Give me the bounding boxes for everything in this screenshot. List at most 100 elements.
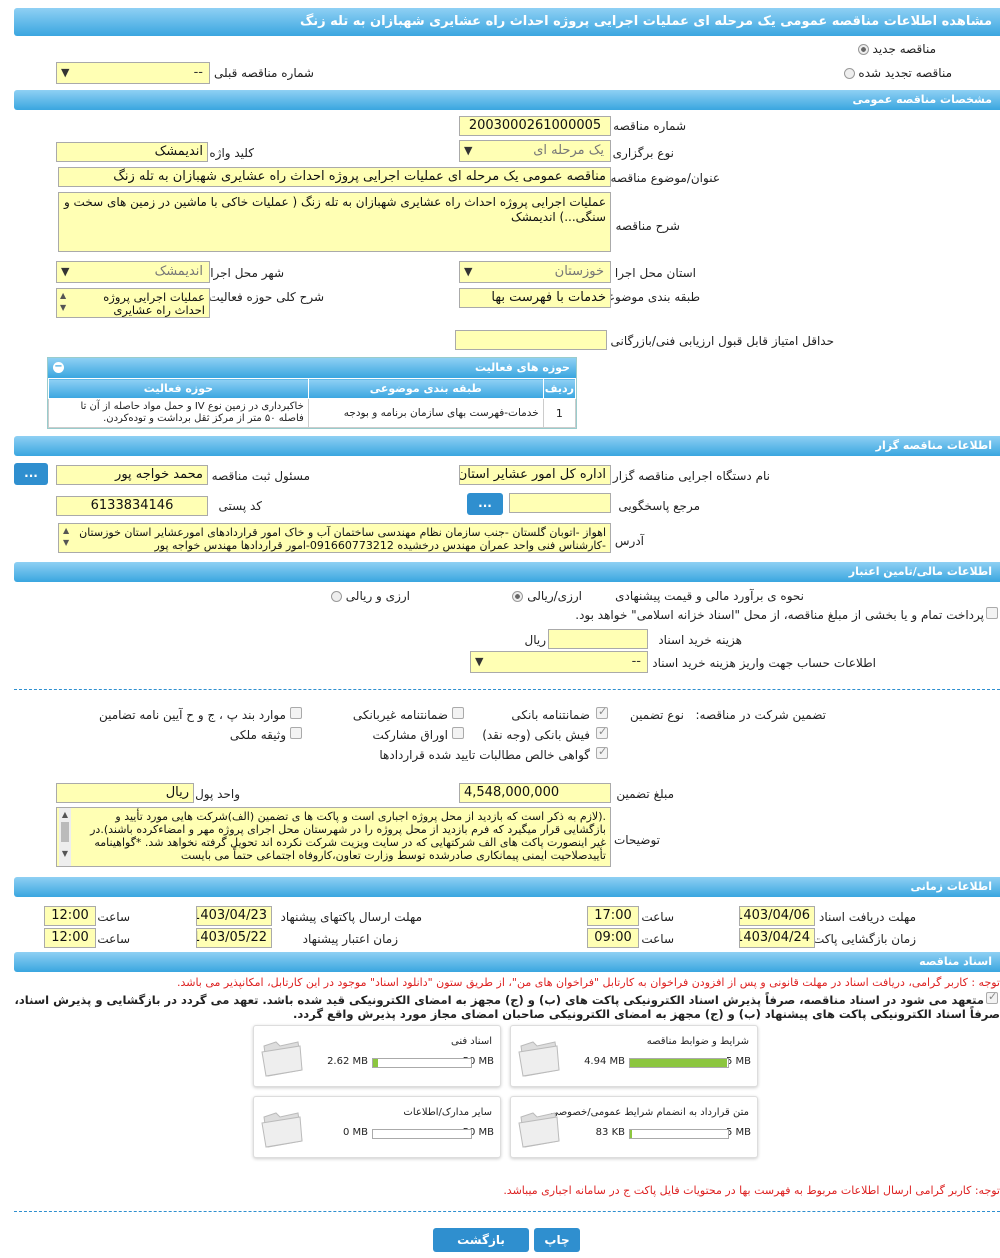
receive-date-field[interactable]: 1403/04/06: [739, 906, 815, 926]
activity-table: ردیف طبقه بندی موضوعی حوزه فعالیت 1 خدما…: [48, 378, 577, 428]
keyword-label: کلید واژه: [209, 146, 254, 160]
scroll-arrows-icon[interactable]: ▲ ▼: [60, 290, 66, 314]
checkbox-regulation-items-label: موارد بند پ ، ج و ح آیین نامه تضامین: [98, 708, 286, 722]
send-time-field[interactable]: 12:00: [44, 906, 96, 926]
checkbox-property-deed[interactable]: [290, 727, 302, 739]
radio-both-icon[interactable]: [330, 591, 342, 602]
chevron-down-icon: ▼: [61, 265, 70, 278]
reference-field[interactable]: [509, 493, 611, 513]
progress-bar: [372, 1129, 472, 1139]
checkbox-cash-receipt[interactable]: [596, 725, 608, 739]
radio-renewed-tender[interactable]: مناقصه تجدید شده: [841, 66, 952, 80]
city-label: شهر محل اجرا: [210, 266, 284, 280]
address-label: آدرس: [614, 534, 644, 548]
checkbox-claims-cert-label: گواهی خالص مطالبات تایید شده قراردادها: [379, 748, 590, 762]
checkbox-nonbank-guarantee-label: ضمانتنامه غیربانکی: [352, 708, 448, 722]
tender-number-label: شماره مناقصه: [613, 119, 686, 133]
guarantee-label: تضمین شرکت در مناقصه:: [695, 708, 826, 722]
radio-rial-icon[interactable]: [512, 591, 524, 602]
divider: [14, 1211, 1000, 1212]
reference-more-button[interactable]: ...: [467, 493, 503, 515]
back-button[interactable]: بازگشت: [433, 1228, 529, 1252]
checkbox-bank-guarantee[interactable]: [596, 705, 608, 719]
postal-code-field[interactable]: 6133834146: [56, 496, 208, 516]
category-field[interactable]: خدمات با فهرست بها: [459, 288, 611, 308]
folder-icon[interactable]: [517, 1036, 561, 1078]
opening-time-field[interactable]: 09:00: [587, 928, 639, 948]
scroll-arrows-icon[interactable]: ▲ ▼: [63, 525, 69, 549]
fee-field[interactable]: [548, 629, 648, 649]
validity-time-field[interactable]: 12:00: [44, 928, 96, 948]
currency-label: واحد پول: [195, 787, 240, 801]
province-select[interactable]: خوزستان ▼: [459, 261, 611, 283]
description-label: شرح مناقصه: [615, 219, 680, 233]
scrollbar[interactable]: ▲ ▼: [59, 808, 71, 866]
col-activity: حوزه فعالیت: [48, 378, 309, 399]
activity-table-title: حوزه های فعالیت −: [48, 358, 576, 378]
radio-renew-icon[interactable]: [843, 68, 855, 79]
send-time-label: ساعت: [97, 910, 130, 924]
checkbox-property-deed-label: وثیقه ملکی: [229, 728, 286, 742]
treasury-checkbox[interactable]: [986, 607, 998, 619]
min-score-label: حداقل امتیاز قابل قبول ارزیابی فنی/بازرگ…: [610, 334, 834, 348]
notes-field[interactable]: .(لازم به ذکر است که بازدید از محل پروژه…: [56, 807, 611, 867]
notes-label: توضیحات: [613, 833, 660, 847]
treasury-label: پرداخت تمام و یا بخشی از مبلغ مناقصه، از…: [575, 608, 984, 622]
chevron-down-icon: ▼: [61, 66, 70, 79]
print-button[interactable]: چاپ: [534, 1228, 580, 1252]
send-date-field[interactable]: 1403/04/23: [196, 906, 272, 926]
description-field[interactable]: عملیات اجرایی پروژه احداث راه عشایری شهب…: [58, 192, 611, 252]
radio-both[interactable]: ارزی و ریالی: [328, 589, 410, 603]
radio-new-icon[interactable]: [857, 44, 869, 55]
scope-field[interactable]: عملیات اجرایی پروژه احداث راه عشایری ▲ ▼: [56, 288, 210, 318]
category-label: طبقه بندی موضوعی: [597, 290, 700, 304]
subject-label: عنوان/موضوع مناقصه: [610, 171, 720, 185]
postal-code-label: کد پستی: [218, 499, 263, 513]
subject-field[interactable]: مناقصه عمومی یک مرحله ای عملیات اجرایی پ…: [58, 167, 611, 187]
account-select[interactable]: -- ▼: [470, 651, 648, 673]
prev-tender-select[interactable]: -- ▼: [56, 62, 210, 84]
org-field[interactable]: اداره کل امور عشایر استان: [459, 465, 611, 485]
opening-label: زمان بازگشایی پاکت ها: [799, 932, 916, 946]
section-organizer: اطلاعات مناقصه گزار: [14, 436, 1000, 456]
org-label: نام دستگاه اجرایی مناقصه گزار: [612, 469, 770, 483]
estimate-label: نحوه ی برآورد مالی و قیمت پیشنهادی: [615, 589, 804, 603]
responsible-more-button[interactable]: ...: [14, 463, 48, 485]
currency-field[interactable]: ریال: [56, 783, 194, 803]
page-title: مشاهده اطلاعات مناقصه عمومی یک مرحله ای …: [14, 8, 1000, 36]
city-select[interactable]: اندیمشک ▼: [56, 261, 210, 283]
keyword-field[interactable]: اندیمشک: [56, 142, 208, 162]
doc-card-contract[interactable]: متن قرارداد به انضمام شرایط عمومی/خصوصی …: [510, 1096, 758, 1158]
responsible-field[interactable]: محمد خواجه پور: [56, 465, 208, 485]
commitment-checkbox[interactable]: [986, 990, 998, 1004]
receive-time-label: ساعت: [641, 910, 674, 924]
validity-date-field[interactable]: 1403/05/22: [196, 928, 272, 948]
amount-field[interactable]: 4,548,000,000: [459, 783, 611, 803]
scope-label: شرح کلی حوزه فعالیت: [208, 290, 325, 304]
folder-icon[interactable]: [260, 1036, 304, 1078]
section-finance: اطلاعات مالی/تامین اعتبار: [14, 562, 1000, 582]
collapse-icon[interactable]: −: [53, 362, 64, 373]
checkbox-bonds-label: اوراق مشارکت: [372, 728, 448, 742]
chevron-down-icon: ▼: [475, 655, 484, 668]
doc-card-conditions[interactable]: شرایط و ضوابط مناقصه 5 MB 4.94 MB: [510, 1025, 758, 1087]
opening-date-field[interactable]: 1403/04/24: [739, 928, 815, 948]
receive-deadline-label: مهلت دریافت اسناد: [818, 910, 916, 924]
radio-rial[interactable]: ارزی/ریالی: [509, 589, 582, 603]
folder-icon[interactable]: [517, 1107, 561, 1149]
checkbox-claims-cert[interactable]: [596, 745, 608, 759]
holding-type-select[interactable]: یک مرحله ای ▼: [459, 140, 611, 162]
min-score-field[interactable]: [455, 330, 607, 350]
checkbox-bonds[interactable]: [452, 727, 464, 739]
checkbox-regulation-items[interactable]: [290, 707, 302, 719]
receive-time-field[interactable]: 17:00: [587, 906, 639, 926]
folder-icon[interactable]: [260, 1107, 304, 1149]
address-field[interactable]: اهواز -اتوبان گلستان -جنب سازمان نظام مه…: [58, 523, 611, 553]
doc-card-technical[interactable]: اسناد فنی 50 MB 2.62 MB: [253, 1025, 501, 1087]
tender-number-field[interactable]: 2003000261000005: [459, 116, 611, 136]
commitment-text-2: صرفاً اسناد الکترونیکی پاکت های پیشنهاد …: [293, 1007, 1000, 1021]
activity-table-panel: حوزه های فعالیت − ردیف طبقه بندی موضوعی …: [47, 357, 577, 429]
radio-new-tender[interactable]: مناقصه جدید: [855, 42, 936, 56]
doc-card-other[interactable]: سایر مدارک/اطلاعات 50 MB 0 MB: [253, 1096, 501, 1158]
checkbox-nonbank-guarantee[interactable]: [452, 707, 464, 719]
